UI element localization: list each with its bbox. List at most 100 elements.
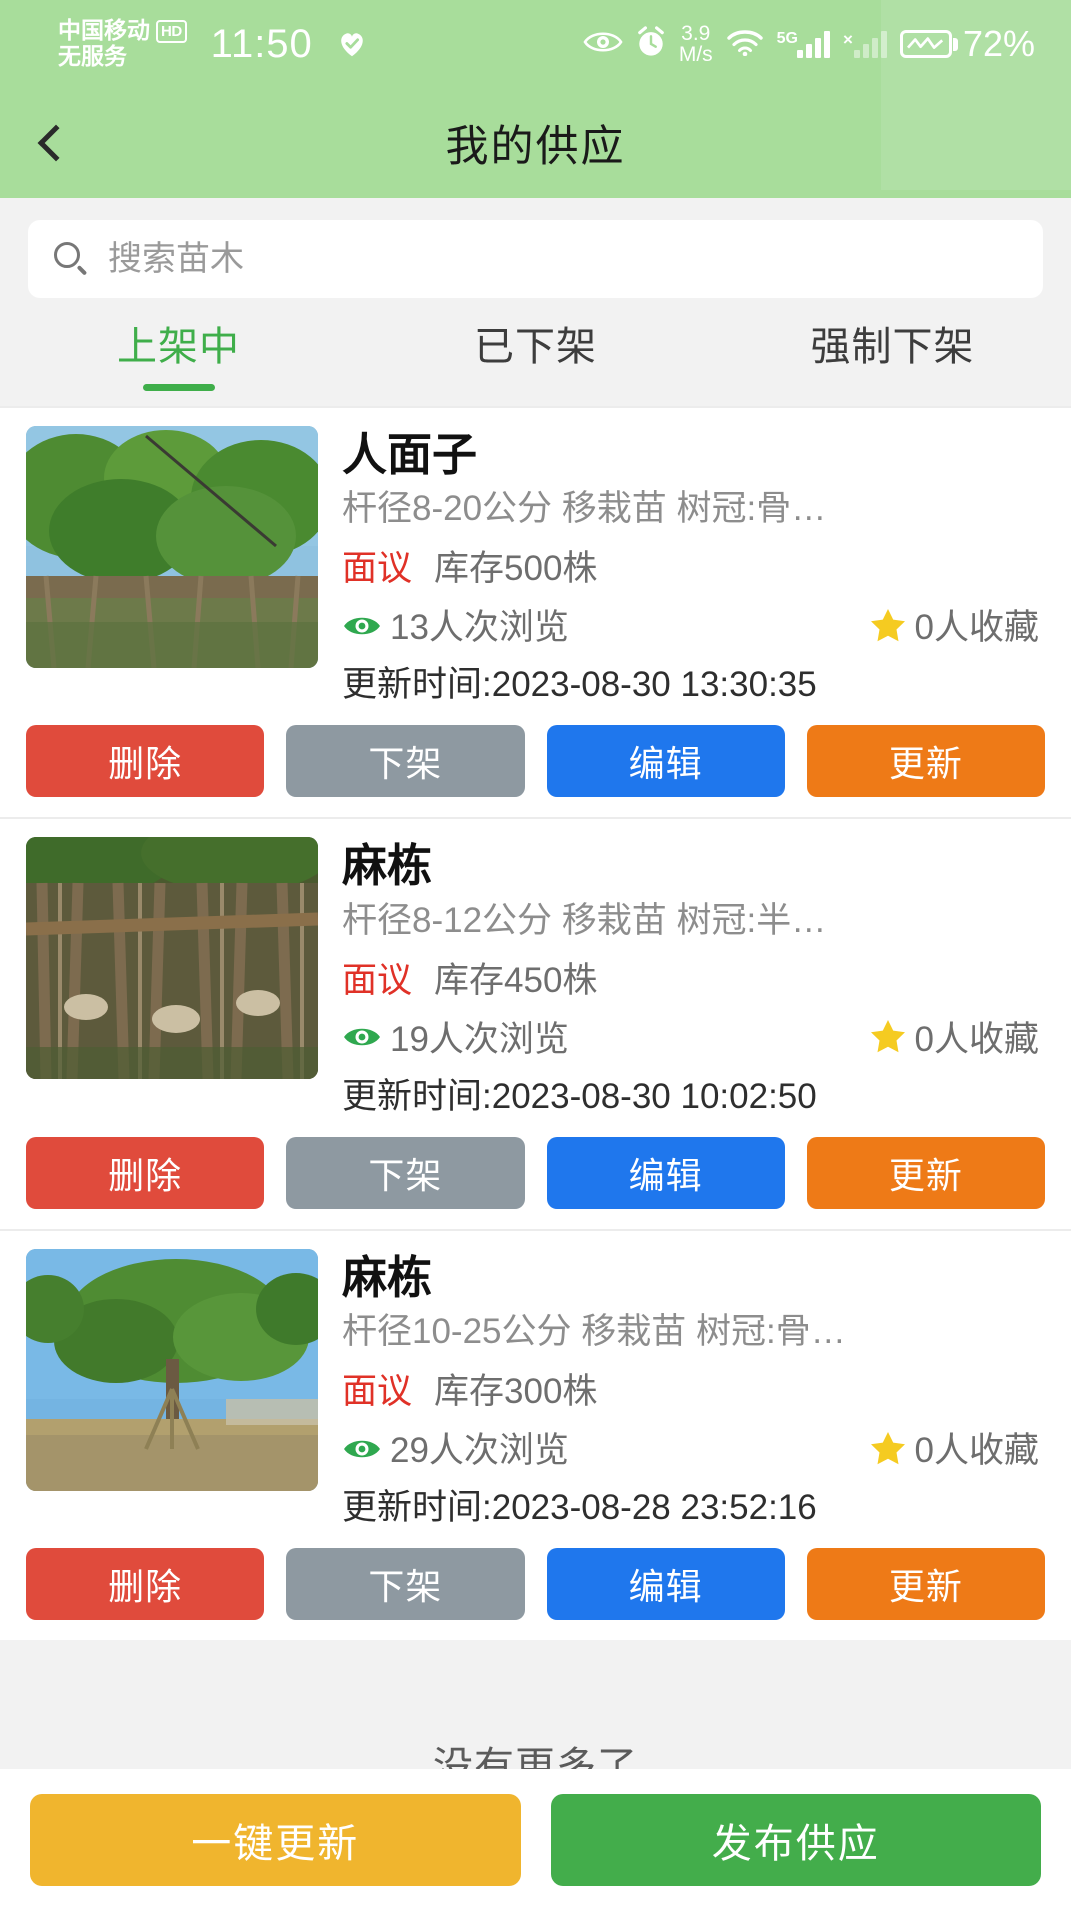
product-info: 麻栋 杆径8-12公分 移栽苗 树冠:半… 面议 库存450株 19人次浏览 0…	[342, 837, 1045, 1118]
star-icon	[869, 1429, 907, 1467]
supply-card[interactable]: 人面子 杆径8-20公分 移栽苗 树冠:骨… 面议 库存500株 13人次浏览 …	[0, 406, 1071, 818]
product-stats: 13人次浏览 0人收藏	[342, 599, 1045, 650]
views-count: 29人次浏览	[390, 1431, 569, 1471]
supply-card[interactable]: 麻栋 杆径8-12公分 移栽苗 树冠:半… 面议 库存450株 19人次浏览 0…	[0, 817, 1071, 1229]
network-speed-value: 3.9	[681, 21, 711, 45]
product-updated-time: 更新时间:2023-08-30 10:02:50	[342, 1076, 817, 1116]
publish-supply-button[interactable]: 发布供应	[550, 1794, 1041, 1886]
product-info: 麻栋 杆径10-25公分 移栽苗 树冠:骨… 面议 库存300株 29人次浏览 …	[342, 1249, 1045, 1530]
product-name: 麻栋	[342, 1251, 433, 1303]
delete-button[interactable]: 删除	[26, 725, 265, 798]
tab-off-shelf-label: 已下架	[474, 325, 597, 369]
product-updated-time: 更新时间:2023-08-28 23:52:16	[342, 1488, 817, 1528]
update-button[interactable]: 更新	[806, 725, 1045, 798]
product-stock: 库存500株	[434, 549, 598, 589]
star-icon	[869, 606, 907, 644]
product-name: 麻栋	[342, 840, 433, 892]
supply-card-body: 麻栋 杆径8-12公分 移栽苗 树冠:半… 面议 库存450株 19人次浏览 0…	[26, 837, 1045, 1118]
search-box[interactable]	[28, 220, 1043, 298]
eye-icon	[342, 610, 382, 640]
supply-card[interactable]: 麻栋 杆径10-25公分 移栽苗 树冠:骨… 面议 库存300株 29人次浏览 …	[0, 1228, 1071, 1641]
product-thumbnail[interactable]	[26, 837, 318, 1080]
edit-button[interactable]: 编辑	[546, 1136, 785, 1209]
hd-badge: HD	[156, 19, 187, 43]
carrier-name: 中国移动	[58, 17, 150, 44]
favorites-count: 0人收藏	[914, 1431, 1039, 1471]
views-count: 19人次浏览	[390, 1019, 569, 1059]
favorites-count: 0人收藏	[914, 1019, 1039, 1059]
carrier-line: 中国移动 HD	[58, 17, 187, 44]
eye-icon	[342, 1021, 382, 1051]
product-name: 人面子	[342, 429, 478, 480]
views-count: 13人次浏览	[390, 608, 569, 648]
delete-button[interactable]: 删除	[26, 1136, 265, 1209]
product-thumbnail[interactable]	[26, 1248, 318, 1491]
tab-on-shelf-label: 上架中	[117, 325, 240, 369]
off-shelf-button[interactable]: 下架	[286, 1548, 525, 1621]
product-spec: 杆径8-12公分 移栽苗 树冠:半…	[342, 900, 827, 940]
product-price-row: 面议 库存500株	[342, 540, 1045, 591]
product-spec: 杆径8-20公分 移栽苗 树冠:骨…	[342, 489, 827, 529]
favorites-stat: 0人收藏	[869, 1011, 1039, 1062]
tab-forced-off-shelf[interactable]: 强制下架	[714, 314, 1071, 391]
card-action-bar: 删除 下架 编辑 更新	[26, 725, 1045, 798]
favorites-stat: 0人收藏	[869, 1422, 1039, 1473]
product-price: 面议	[342, 549, 413, 589]
tab-active-indicator	[142, 384, 215, 391]
product-stats: 29人次浏览 0人收藏	[342, 1422, 1045, 1473]
tab-off-shelf[interactable]: 已下架	[357, 314, 714, 391]
star-icon	[869, 1017, 907, 1055]
network-speed-unit: M/s	[678, 43, 713, 66]
app-screen: 中国移动 HD 无服务 11:50 3.9 M/s 5G × 72% 我的供应 …	[0, 0, 1071, 1911]
product-updated-time: 更新时间:2023-08-30 13:30:35	[342, 665, 817, 705]
supply-card-body: 人面子 杆径8-20公分 移栽苗 树冠:骨… 面议 库存500株 13人次浏览 …	[26, 426, 1045, 707]
product-price: 面议	[342, 1372, 413, 1412]
views-stat: 13人次浏览	[342, 599, 569, 650]
bottom-action-bar: 一键更新 发布供应	[0, 1769, 1071, 1911]
edit-button[interactable]: 编辑	[546, 725, 785, 798]
views-stat: 29人次浏览	[342, 1422, 569, 1473]
supply-card-body: 麻栋 杆径10-25公分 移栽苗 树冠:骨… 面议 库存300株 29人次浏览 …	[26, 1248, 1045, 1530]
wifi-icon	[726, 28, 764, 61]
off-shelf-button[interactable]: 下架	[286, 1136, 525, 1209]
card-action-bar: 删除 下架 编辑 更新	[26, 1136, 1045, 1209]
eye-icon	[583, 29, 623, 60]
signal-off-icon: ×	[843, 30, 853, 49]
update-button[interactable]: 更新	[806, 1548, 1045, 1621]
list-spacer	[0, 1640, 1071, 1683]
supply-list: 人面子 杆径8-20公分 移栽苗 树冠:骨… 面议 库存500株 13人次浏览 …	[0, 406, 1071, 1853]
eye-icon	[342, 1433, 382, 1463]
update-button[interactable]: 更新	[806, 1136, 1045, 1209]
search-region	[0, 198, 1071, 298]
signal-primary: 5G	[777, 30, 830, 58]
off-shelf-button[interactable]: 下架	[286, 725, 525, 798]
heart-check-icon	[337, 29, 367, 59]
search-input[interactable]	[108, 239, 1017, 279]
product-stats: 19人次浏览 0人收藏	[342, 1011, 1045, 1062]
product-price-row: 面议 库存450株	[342, 952, 1045, 1003]
tab-on-shelf[interactable]: 上架中	[0, 314, 357, 391]
delete-button[interactable]: 删除	[26, 1548, 265, 1621]
status-bar-clock: 11:50	[210, 21, 313, 66]
product-spec: 杆径10-25公分 移栽苗 树冠:骨…	[342, 1312, 846, 1352]
signal-bars-icon	[797, 30, 830, 58]
card-action-bar: 删除 下架 编辑 更新	[26, 1548, 1045, 1621]
product-price-row: 面议 库存300株	[342, 1363, 1045, 1414]
favorites-stat: 0人收藏	[869, 599, 1039, 650]
search-icon	[54, 242, 88, 276]
app-header: 我的供应	[0, 0, 1071, 198]
product-stock: 库存300株	[434, 1372, 598, 1412]
network-type-label: 5G	[776, 30, 798, 47]
refresh-all-button[interactable]: 一键更新	[30, 1794, 521, 1886]
product-price: 面议	[342, 960, 413, 1000]
status-bar-left: 中国移动 HD 无服务 11:50	[58, 17, 367, 70]
alarm-clock-icon	[636, 25, 666, 63]
edit-button[interactable]: 编辑	[546, 1548, 785, 1621]
network-speed: 3.9 M/s	[678, 21, 713, 66]
product-stock: 库存450株	[434, 960, 598, 1000]
views-stat: 19人次浏览	[342, 1011, 569, 1062]
carrier-info: 中国移动 HD 无服务	[58, 17, 187, 70]
status-tab-bar: 上架中 已下架 强制下架	[0, 298, 1071, 406]
product-thumbnail[interactable]	[26, 426, 318, 668]
favorites-count: 0人收藏	[914, 608, 1039, 648]
